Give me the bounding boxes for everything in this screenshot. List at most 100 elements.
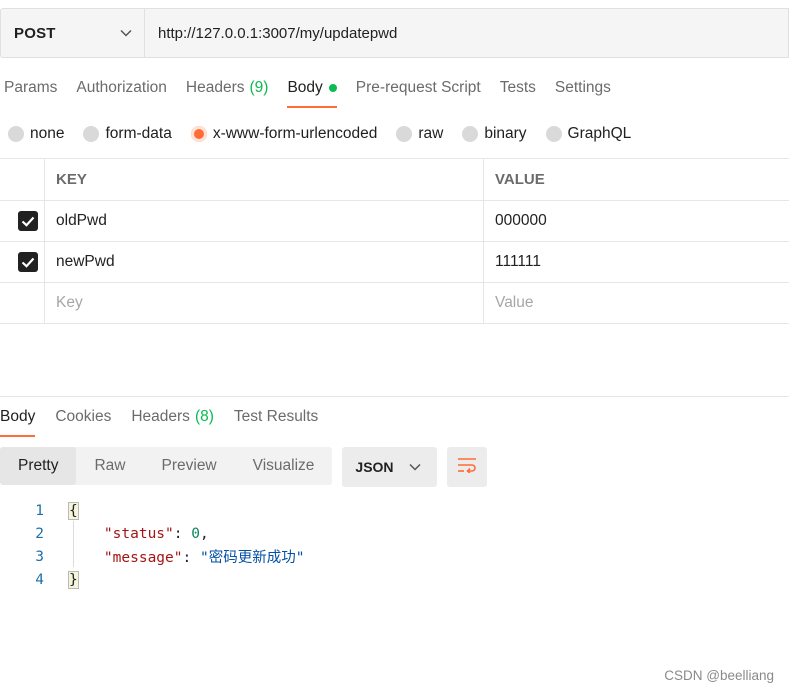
line-number: 4 <box>35 571 44 588</box>
view-preview-button[interactable]: Preview <box>144 447 235 485</box>
json-key: "message" <box>103 550 183 566</box>
radio-icon <box>396 126 413 142</box>
radio-x-www-form-urlencoded[interactable]: x-www-form-urlencoded <box>190 125 378 143</box>
view-pretty-button[interactable]: Pretty <box>0 447 77 485</box>
key-value-table: KEY VALUE oldPwd 000000 newPwd 111111 Ke… <box>0 158 789 324</box>
format-label: JSON <box>355 459 394 475</box>
tab-label: Settings <box>554 79 611 96</box>
tab-label: Body <box>0 408 36 425</box>
json-string-value: "密码更新成功" <box>199 550 305 566</box>
response-divider <box>0 396 789 397</box>
json-separator: : <box>182 550 200 566</box>
checkbox-checked-icon[interactable] <box>17 252 38 272</box>
tab-params[interactable]: Params <box>0 70 61 106</box>
table-row: newPwd 111111 <box>0 242 789 283</box>
view-visualize-button[interactable]: Visualize <box>235 447 333 485</box>
code-line: 4 } <box>0 568 304 591</box>
response-tab-test-results[interactable]: Test Results <box>234 399 318 435</box>
request-url-bar: POST http://127.0.0.1:3007/my/updatepwd <box>0 8 789 58</box>
line-number: 3 <box>35 548 44 565</box>
tab-label: Cookies <box>55 408 112 425</box>
value-cell[interactable]: 111111 <box>484 242 789 282</box>
view-raw-button[interactable]: Raw <box>76 447 143 485</box>
row-check-cell <box>0 283 45 323</box>
radio-raw[interactable]: raw <box>396 125 443 143</box>
tab-label: Pre-request Script <box>355 79 481 96</box>
table-row: oldPwd 000000 <box>0 201 789 242</box>
value-input-placeholder[interactable]: Value <box>484 283 789 323</box>
response-body-code: 1 { 2 "status": 0, 3 "message": "密码更新成功"… <box>0 499 304 591</box>
key-input-placeholder[interactable]: Key <box>45 283 484 323</box>
radio-label: binary <box>484 125 527 142</box>
radio-label: raw <box>418 125 444 142</box>
code-line: 1 { <box>0 499 304 522</box>
code-content: } <box>68 570 79 589</box>
tab-pre-request-script[interactable]: Pre-request Script <box>352 70 485 106</box>
tab-label: Test Results <box>233 408 319 425</box>
code-line: 3 "message": "密码更新成功" <box>0 545 304 568</box>
checkbox-checked-icon[interactable] <box>17 211 38 231</box>
code-content: "status": 0, <box>69 526 209 542</box>
radio-icon <box>8 126 24 142</box>
body-indicator-dot-icon <box>328 84 337 92</box>
json-separator: : <box>173 525 192 542</box>
row-check-cell <box>0 242 45 282</box>
body-type-radios: none form-data x-www-form-urlencoded raw… <box>8 120 650 148</box>
header-check-cell <box>0 159 45 200</box>
key-cell[interactable]: oldPwd <box>45 201 484 241</box>
url-input[interactable]: http://127.0.0.1:3007/my/updatepwd <box>144 8 789 58</box>
request-tabs: Params Authorization Headers (9) Body Pre… <box>0 70 626 108</box>
radio-none[interactable]: none <box>8 125 64 143</box>
radio-binary[interactable]: binary <box>462 125 527 143</box>
wrap-lines-button[interactable] <box>447 447 488 487</box>
table-row-empty: Key Value <box>0 283 789 324</box>
tab-tests[interactable]: Tests <box>496 70 540 106</box>
table-header-row: KEY VALUE <box>0 159 789 201</box>
line-number: 1 <box>35 502 44 519</box>
radio-graphql[interactable]: GraphQL <box>545 125 632 143</box>
tab-headers[interactable]: Headers (9) <box>182 70 273 106</box>
key-cell[interactable]: newPwd <box>45 242 484 282</box>
value-cell[interactable]: 000000 <box>484 201 789 241</box>
code-line: 2 "status": 0, <box>0 522 304 545</box>
method-select[interactable]: POST <box>0 8 144 58</box>
radio-label: GraphQL <box>567 125 632 142</box>
method-label: POST <box>14 24 56 42</box>
radio-selected-icon <box>190 126 207 142</box>
radio-icon <box>462 126 479 142</box>
line-number: 2 <box>35 525 44 542</box>
json-number-value: 0 <box>191 525 200 542</box>
radio-label: x-www-form-urlencoded <box>212 125 378 142</box>
tab-body[interactable]: Body <box>283 70 340 108</box>
tab-label: Authorization <box>76 79 167 96</box>
tab-label: Tests <box>499 79 536 96</box>
response-tab-body[interactable]: Body <box>0 399 36 437</box>
radio-label: form-data <box>105 125 172 142</box>
watermark: CSDN @beelliang <box>664 668 774 683</box>
json-comma: , <box>199 525 209 542</box>
view-mode-group: Pretty Raw Preview Visualize <box>0 447 333 485</box>
code-content: { <box>68 501 79 520</box>
headers-count-badge: (9) <box>249 79 269 96</box>
response-view-toolbar: Pretty Raw Preview Visualize JSON <box>0 447 488 487</box>
radio-icon <box>545 126 562 142</box>
json-key: "status" <box>103 525 174 542</box>
tab-settings[interactable]: Settings <box>551 70 615 106</box>
tab-label: Body <box>287 79 323 96</box>
tab-authorization[interactable]: Authorization <box>72 70 170 106</box>
row-check-cell <box>0 201 45 241</box>
tab-label: Params <box>4 79 58 96</box>
wrap-lines-icon <box>457 457 477 477</box>
radio-label: none <box>30 125 65 142</box>
open-brace: { <box>68 501 79 520</box>
format-select[interactable]: JSON <box>342 447 438 487</box>
response-tab-cookies[interactable]: Cookies <box>55 399 111 435</box>
response-tab-headers[interactable]: Headers (8) <box>131 399 214 435</box>
radio-form-data[interactable]: form-data <box>83 125 172 143</box>
chevron-down-icon <box>409 461 421 473</box>
column-header-key: KEY <box>45 159 484 200</box>
code-content: "message": "密码更新成功" <box>69 546 305 567</box>
radio-icon <box>83 126 100 142</box>
chevron-down-icon <box>120 27 132 39</box>
close-brace: } <box>68 570 79 589</box>
